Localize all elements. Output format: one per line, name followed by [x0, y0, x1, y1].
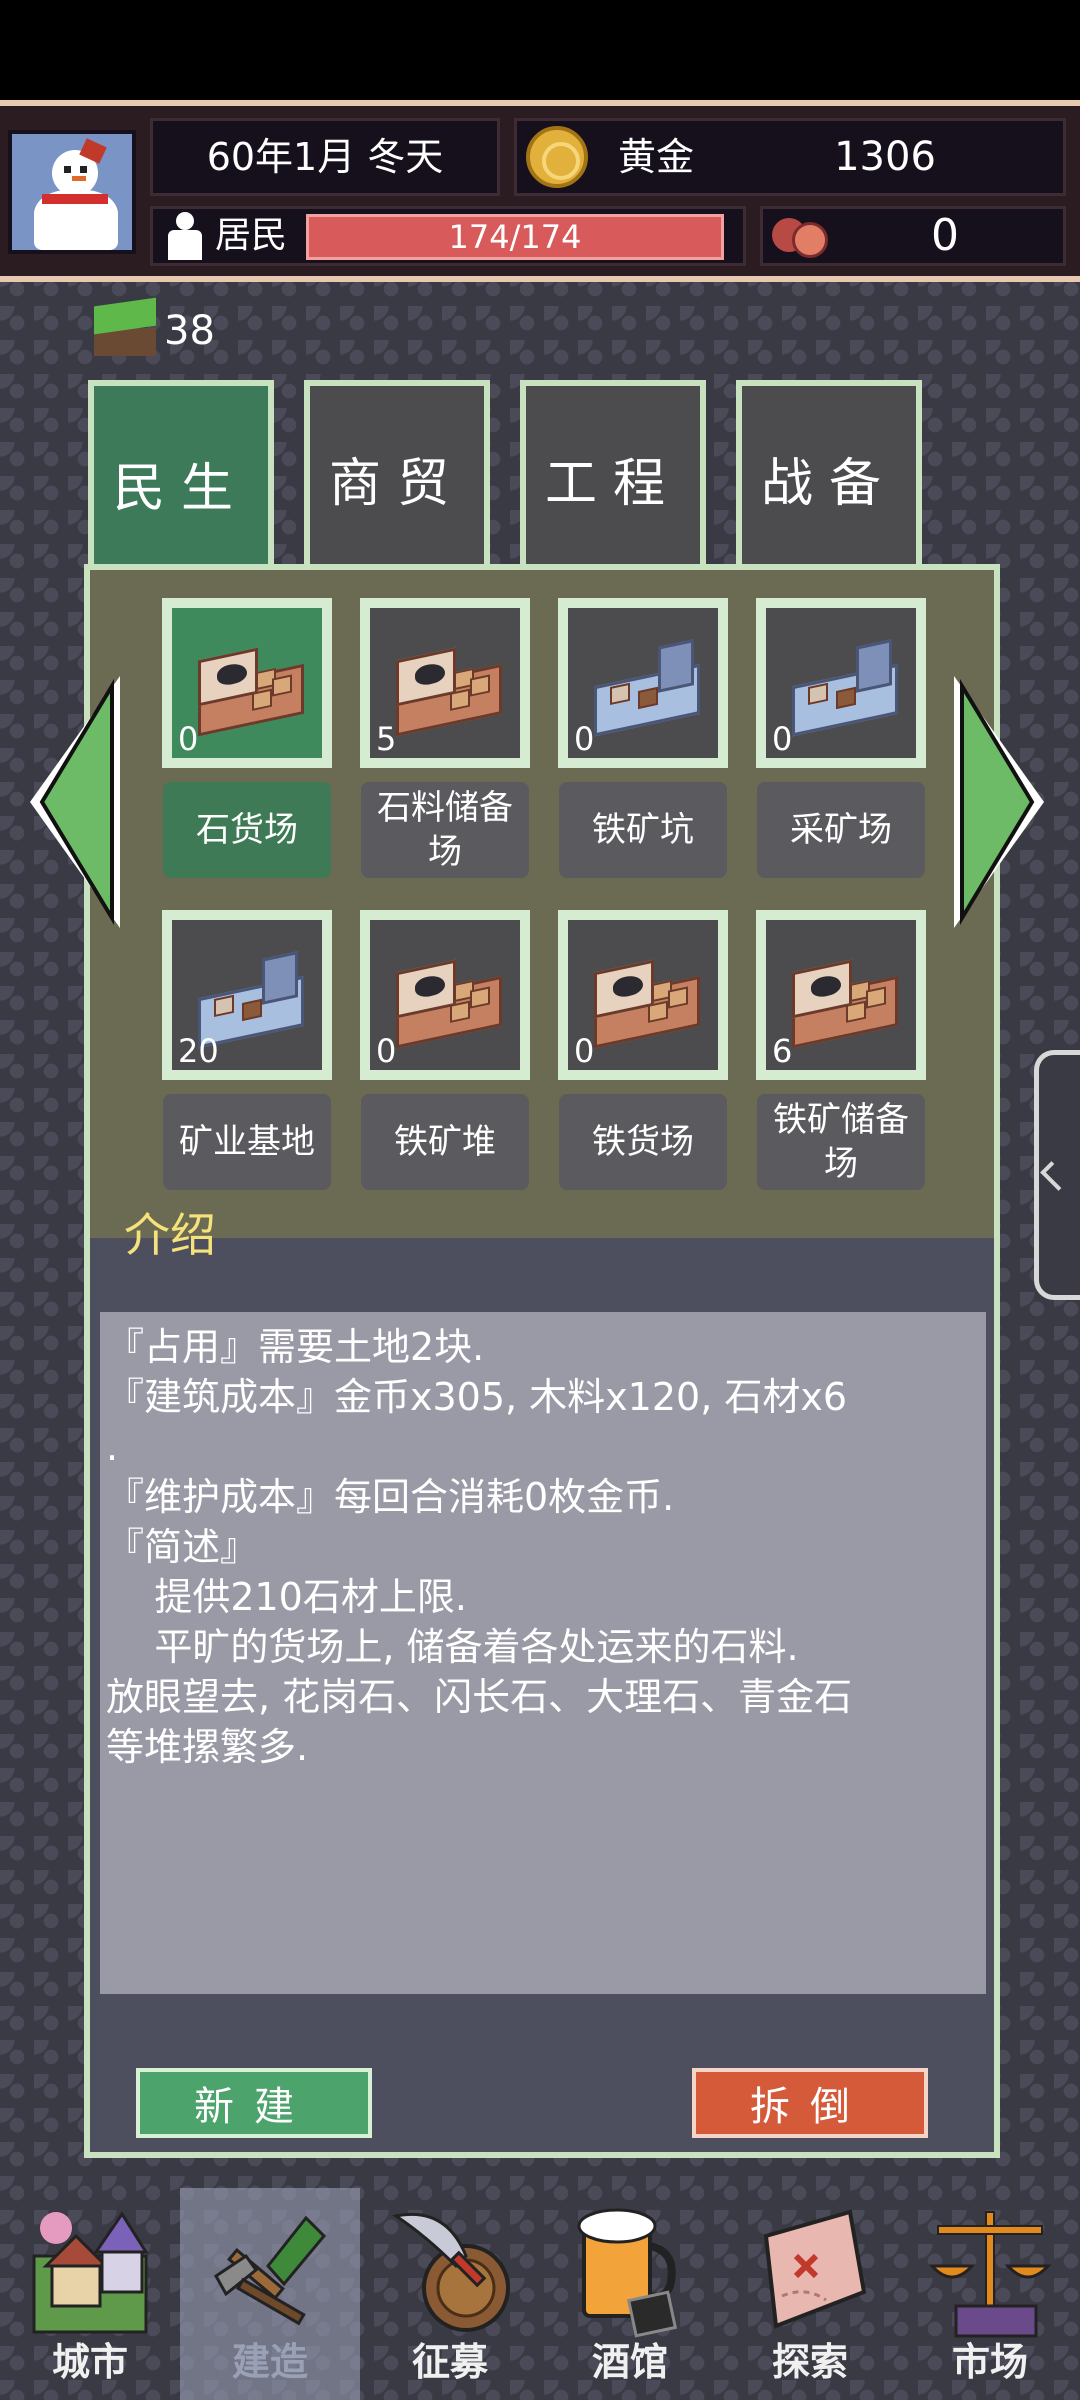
population-label: 居民	[215, 215, 288, 256]
building-name-button[interactable]: 石货场	[163, 782, 331, 878]
nav-label: 酒馆	[591, 2340, 668, 2384]
population-bar: 174/174	[306, 214, 724, 260]
gold-value: 1306	[834, 134, 936, 180]
desc-line: 『建筑成本』金币x305, 木料x120, 石材x6	[106, 1375, 848, 1419]
shovel-icon	[214, 2215, 327, 2326]
building-card[interactable]: 0	[360, 910, 530, 1080]
building-thumbnail-icon	[588, 638, 700, 737]
tab-engineering[interactable]: 工程	[520, 380, 706, 570]
resident-icon	[160, 210, 210, 262]
intro-title: 介绍	[124, 1208, 216, 1262]
building-thumbnail-icon	[786, 950, 898, 1049]
building-count: 0	[772, 720, 793, 758]
building-thumbnail-icon	[192, 950, 304, 1049]
meat-value: 0	[931, 210, 959, 261]
building-thumbnail-icon	[588, 950, 700, 1049]
building-name-button[interactable]: 铁矿堆	[361, 1094, 529, 1190]
prev-page-arrow-icon[interactable]	[24, 672, 124, 932]
desc-line: 『维护成本』每回合消耗0枚金币.	[106, 1475, 675, 1519]
gold-coin-icon	[526, 126, 588, 188]
sword-shield-icon	[392, 2212, 510, 2332]
building-card[interactable]: 0	[756, 598, 926, 768]
building-count: 6	[772, 1032, 793, 1070]
building-description: 『占用』需要土地2块. 『建筑成本』金币x305, 木料x120, 石材x6 .…	[100, 1312, 986, 1994]
nav-market[interactable]: 市场	[900, 2188, 1080, 2400]
demolish-button[interactable]: 拆倒	[692, 2068, 928, 2138]
gold-display	[514, 118, 1066, 196]
building-count: 0	[574, 1032, 595, 1070]
building-name-button[interactable]: 铁货场	[559, 1094, 727, 1190]
nav-label: 建造	[231, 2340, 308, 2384]
desc-line: 等堆摞繁多.	[106, 1725, 309, 1769]
building-count: 0	[574, 720, 595, 758]
desc-line: 平旷的货场上, 储备着各处运来的石料.	[106, 1625, 799, 1669]
tab-military[interactable]: 战备	[736, 380, 922, 570]
building-thumbnail-icon	[390, 638, 502, 737]
desc-line: 提供210石材上限.	[106, 1575, 467, 1619]
building-card[interactable]: 6	[756, 910, 926, 1080]
building-name-button[interactable]: 铁矿坑	[559, 782, 727, 878]
nav-city[interactable]: 城市	[0, 2188, 180, 2400]
snowman-avatar-icon[interactable]	[8, 130, 136, 254]
gold-label: 黄金	[618, 135, 695, 179]
building-card[interactable]: 0	[558, 910, 728, 1080]
date-text: 60年1月 冬天	[206, 135, 444, 179]
next-page-arrow-icon[interactable]	[950, 672, 1050, 932]
building-name-button[interactable]: 石料储备场	[361, 782, 529, 878]
building-count: 0	[376, 1032, 397, 1070]
desc-line: .	[106, 1425, 119, 1469]
population-value: 174/174	[448, 218, 582, 256]
tab-commerce[interactable]: 商贸	[304, 380, 490, 570]
nav-tavern[interactable]: 酒馆	[540, 2188, 720, 2400]
scales-icon	[928, 2211, 1052, 2338]
building-name-button[interactable]: 采矿场	[757, 782, 925, 878]
side-drawer-handle[interactable]	[1034, 1050, 1080, 1300]
land-count: 38	[164, 308, 215, 354]
land-block-icon	[90, 297, 160, 362]
city-icon	[32, 2211, 149, 2334]
desc-line: 『占用』需要土地2块.	[106, 1325, 485, 1369]
tab-livelihood[interactable]: 民生	[88, 380, 274, 580]
nav-label: 市场	[951, 2340, 1028, 2384]
map-icon	[763, 2209, 867, 2329]
building-card[interactable]: 5	[360, 598, 530, 768]
status-bar	[0, 0, 1080, 100]
nav-label: 城市	[51, 2340, 128, 2384]
building-thumbnail-icon	[390, 950, 502, 1049]
building-name-button[interactable]: 矿业基地	[163, 1094, 331, 1190]
date-display: 60年1月 冬天	[150, 118, 500, 196]
building-count: 20	[178, 1032, 219, 1070]
building-card[interactable]: 0	[162, 598, 332, 768]
nav-build[interactable]: 建造	[180, 2188, 360, 2400]
nav-label: 探索	[771, 2340, 848, 2384]
nav-explore[interactable]: 探索	[720, 2188, 900, 2400]
building-name-button[interactable]: 铁矿储备场	[757, 1094, 925, 1190]
building-count: 5	[376, 720, 397, 758]
building-thumbnail-icon	[786, 638, 898, 737]
building-count: 0	[178, 720, 199, 758]
nav-recruit[interactable]: 征募	[360, 2188, 540, 2400]
meat-icon	[768, 212, 828, 260]
build-button[interactable]: 新建	[136, 2068, 372, 2138]
building-thumbnail-icon	[192, 638, 304, 737]
nav-label: 征募	[411, 2340, 488, 2384]
desc-line: 『简述』	[106, 1525, 259, 1569]
building-card[interactable]: 20	[162, 910, 332, 1080]
building-card[interactable]: 0	[558, 598, 728, 768]
desc-line: 放眼望去, 花岗石、闪长石、大理石、青金石	[106, 1675, 853, 1719]
beer-mug-icon	[577, 2208, 678, 2338]
